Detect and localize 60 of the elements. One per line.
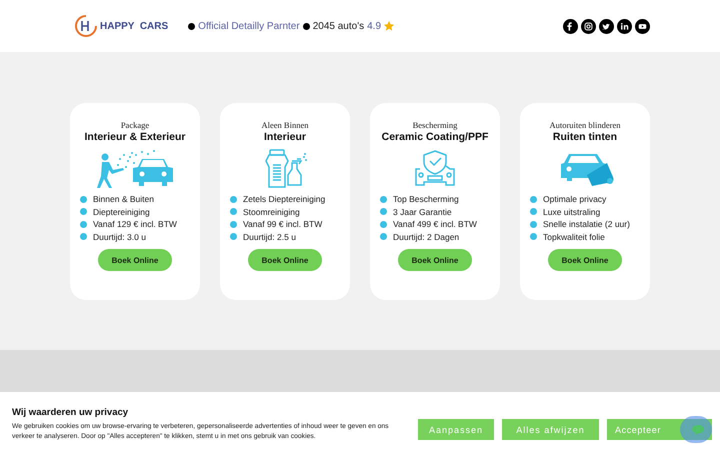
feature-text: Zetels Dieptereiniging [243, 194, 326, 204]
book-online-button[interactable]: Boek Online [98, 249, 172, 271]
feature-text: Stoomreiniging [243, 206, 300, 217]
card-title: Interieur & Exterieur [84, 131, 186, 143]
feature-text: Duurtijd: 3.0 u [93, 232, 146, 242]
star-icon [384, 21, 394, 31]
feature-text: Luxe uitstraling [543, 206, 600, 217]
bullet-icon [530, 208, 537, 216]
bullet-icon [380, 208, 387, 216]
book-online-button[interactable]: Boek Online [398, 249, 472, 271]
card-title: Interieur [264, 131, 306, 143]
partner-label: Official Detailly Parnter [198, 20, 300, 32]
bullet-icon [302, 22, 310, 30]
book-online-button[interactable]: Boek Online [548, 249, 622, 271]
feature-text: Topkwaliteit folie [543, 232, 605, 242]
bullet-icon [380, 220, 387, 228]
bullet-icon [530, 196, 537, 203]
chat-icon [692, 424, 704, 434]
facebook-icon[interactable] [563, 18, 578, 34]
feature-text: Dieptereiniging [93, 206, 150, 217]
bullet-icon [230, 196, 237, 203]
feature-text: Duurtijd: 2.5 u [243, 232, 296, 242]
feature-text: 3 Jaar Garantie [393, 206, 452, 217]
book-online-button[interactable]: Boek Online [248, 249, 322, 271]
bullet-icon [530, 233, 537, 240]
feature-text: Vanaf 499 € incl. BTW [393, 219, 477, 230]
card-title: Ceramic Coating/PPF [382, 131, 488, 143]
card-subtitle: Bescherming [412, 120, 458, 130]
feature-text: Duurtijd: 2 Dagen [393, 232, 460, 242]
cars-count: 2045 auto's [312, 20, 364, 32]
rating-value: 4.9 [367, 20, 382, 32]
card-subtitle: Autoruiten blinderen [549, 120, 621, 130]
logo-icon [75, 15, 97, 37]
feature-text: Snelle instalatie (2 uur) [543, 219, 630, 230]
feature-text: Top Bescherming [393, 194, 459, 204]
feature-text: Vanaf 129 € incl. BTW [93, 219, 177, 230]
card-title: Ruiten tinten [552, 131, 618, 143]
bullet-icon [80, 208, 87, 216]
twitter-icon[interactable] [599, 18, 614, 34]
chat-button[interactable] [680, 416, 712, 443]
bullet-icon [230, 220, 237, 228]
bullet-icon [530, 220, 537, 228]
bullet-icon [230, 208, 237, 216]
linkedin-icon[interactable] [617, 18, 632, 34]
bullet-icon [380, 196, 387, 203]
bullet-icon [380, 233, 387, 240]
feature-text: Binnen & Buiten [93, 194, 154, 204]
brand-name: HAPPY CARS [100, 20, 168, 32]
youtube-icon[interactable] [635, 18, 650, 34]
cookie-title: Wij waarderen uw privacy [12, 406, 130, 418]
bullet-icon [80, 196, 87, 203]
feature-text: Optimale privacy [543, 194, 606, 204]
card-subtitle: Aleen Binnen [262, 120, 308, 130]
instagram-icon[interactable] [581, 18, 596, 34]
feature-text: Vanaf 99 € incl. BTW [243, 219, 322, 230]
bullet-icon [230, 233, 237, 240]
bullet-icon [80, 233, 87, 240]
bullet-icon [188, 22, 196, 30]
bullet-icon [80, 220, 87, 228]
card-subtitle: Package [120, 120, 150, 130]
